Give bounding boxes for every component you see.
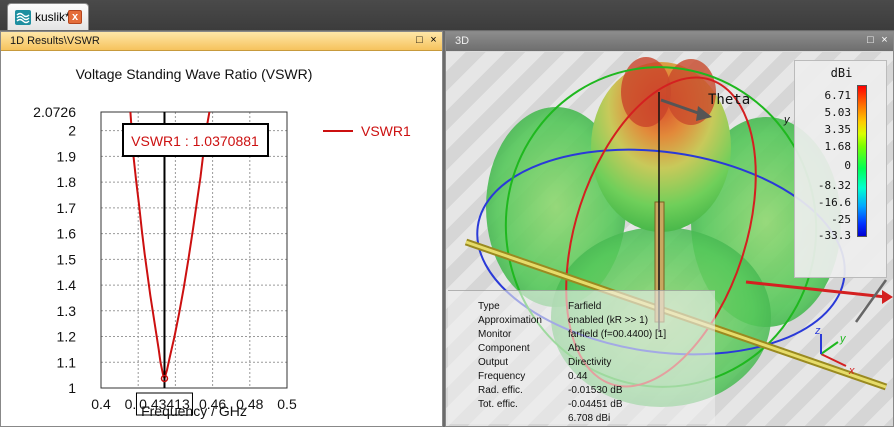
colorbar-label: -16.6 xyxy=(817,196,851,209)
info-row: Approximation enabled (kR >> 1) xyxy=(478,315,649,326)
info-row: Rad. effic. -0.01530 dB xyxy=(478,385,623,396)
theta-label: Theta xyxy=(708,92,751,108)
farfield-3d-panel: 3D □ × x y z Theta y dBi 6.71 5.03 3.35 … xyxy=(445,31,894,427)
colorbar-legend: dBi 6.71 5.03 3.35 1.68 0 -8.32 -16.6 -2… xyxy=(794,60,887,278)
y-tick-label: 1.6 xyxy=(57,226,77,242)
colorbar-label: 5.03 xyxy=(824,106,852,119)
info-row: Component Abs xyxy=(478,343,586,354)
colorbar-label: 0 xyxy=(844,159,851,172)
vswr-results-panel: 1D Results\VSWR □ × Voltage Standing Wav… xyxy=(0,31,443,427)
app-window: kuslik* x 1D Results\VSWR □ × Voltage St… xyxy=(0,0,894,427)
vswr-chart[interactable]: Voltage Standing Wave Ratio (VSWR) 0.4 0.… xyxy=(1,52,442,426)
phi-arrow-head xyxy=(882,290,893,304)
close-icon[interactable]: × xyxy=(878,34,891,47)
y-tick-label: 1 xyxy=(68,380,76,396)
document-tab-title: kuslik* xyxy=(35,10,70,24)
chart-marker[interactable]: VSWR1 : 1.03708810.43413 xyxy=(122,112,269,416)
chart-x-axis-label: Frequency / GHz xyxy=(141,403,247,419)
y-tick-label: 1.7 xyxy=(57,200,77,216)
vswr-panel-title: 1D Results\VSWR xyxy=(10,35,100,47)
colorbar-label: -8.32 xyxy=(817,179,851,192)
farfield-info-box: Type Farfield Approximation enabled (kR >>… xyxy=(448,290,715,424)
project-file-icon xyxy=(15,10,31,25)
info-row: Tot. effic. -0.04451 dB xyxy=(478,399,623,410)
y-tick-label: 1.1 xyxy=(57,354,77,370)
y-tick-label: 1.9 xyxy=(57,148,77,164)
info-row: Monitor farfield (f=00.4400) [1] xyxy=(478,329,667,340)
colorbar-label: -25 xyxy=(831,213,851,226)
colorbar-unit: dBi xyxy=(830,66,853,80)
x-tick-label: 0.5 xyxy=(277,396,297,412)
colorbar-label: 6.71 xyxy=(824,89,852,102)
restore-icon[interactable]: □ xyxy=(864,34,877,47)
info-row: Output Directivity xyxy=(478,357,612,368)
colorbar-label: 1.68 xyxy=(824,140,852,153)
y-tick-label: 1.3 xyxy=(57,303,77,319)
triad-y-axis xyxy=(820,341,839,355)
colorbar-gradient xyxy=(857,85,867,237)
document-tab[interactable]: kuslik* x xyxy=(7,3,89,30)
farfield-panel-header: 3D □ × xyxy=(446,32,893,51)
triad-z-label: z xyxy=(814,325,821,337)
chart-title: Voltage Standing Wave Ratio (VSWR) xyxy=(76,66,313,82)
close-icon[interactable]: × xyxy=(427,34,440,47)
y-tick-label: 1.8 xyxy=(57,174,77,190)
info-row: Type Farfield xyxy=(478,301,602,312)
triad-y-label: y xyxy=(839,333,847,345)
document-tab-strip: kuslik* x xyxy=(0,0,894,30)
farfield-panel-title: 3D xyxy=(455,35,470,47)
colorbar-label: 3.35 xyxy=(824,123,852,136)
info-row: Frequency 0.44 xyxy=(478,371,588,382)
y-tick-label: 1.2 xyxy=(57,329,77,345)
restore-icon[interactable]: □ xyxy=(413,34,426,47)
x-tick-label: 0.4 xyxy=(91,396,111,412)
y-tick-label: 1.5 xyxy=(57,251,77,267)
chart-legend: VSWR1 xyxy=(323,123,411,139)
vswr-panel-header: 1D Results\VSWR □ × xyxy=(1,32,442,51)
colorbar-label: -33.3 xyxy=(817,229,851,242)
legend-label: VSWR1 xyxy=(361,123,411,139)
document-tab-close-icon[interactable]: x xyxy=(68,10,82,24)
y-tick-label: 1.4 xyxy=(57,277,77,293)
marker-readout: VSWR1 : 1.0370881 xyxy=(131,133,259,149)
info-row: 6.708 dBi xyxy=(568,413,611,424)
z-arrow xyxy=(854,279,888,323)
triad-x-label: x xyxy=(848,365,855,377)
y-tick-label: 2 xyxy=(68,123,76,139)
y-tick-label: 2.0726 xyxy=(33,104,76,120)
y-axis-label: y xyxy=(784,114,790,126)
farfield-3d-viewport[interactable]: x y z Theta y dBi 6.71 5.03 3.35 1.68 0 … xyxy=(446,52,893,426)
